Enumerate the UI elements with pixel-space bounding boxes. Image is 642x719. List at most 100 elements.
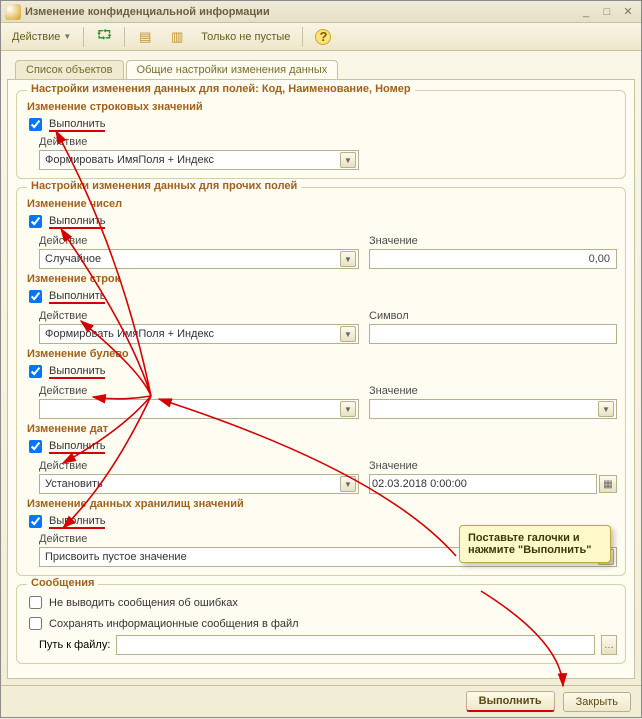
toolbar-separator — [302, 27, 303, 47]
doc1-button[interactable]: ▤ — [130, 26, 160, 48]
browse-button[interactable]: … — [601, 635, 617, 655]
checkbox-execute-strings2[interactable]: Выполнить — [25, 287, 617, 306]
chevron-down-icon: ▼ — [340, 152, 356, 168]
subtitle-string-values: Изменение строковых значений — [27, 101, 617, 113]
group-messages: Сообщения Не выводить сообщения об ошибк… — [16, 584, 626, 664]
execute-checkbox[interactable] — [29, 290, 42, 303]
value-input-numbers[interactable]: 0,00 — [369, 249, 617, 269]
checkbox-execute-strings[interactable]: Выполнить — [25, 115, 617, 134]
chevron-down-icon: ▼ — [340, 326, 356, 342]
action-combo-numbers[interactable]: Случайное ▼ — [39, 249, 359, 269]
value-label: Значение — [369, 460, 617, 472]
checkbox-label: Выполнить — [49, 440, 105, 454]
maximize-button[interactable]: □ — [598, 5, 616, 19]
subtitle-storage: Изменение данных хранилищ значений — [27, 498, 617, 510]
group-title: Настройки изменения данных для полей: Ко… — [27, 83, 415, 95]
export-icon: ⮔ — [96, 29, 112, 45]
group-title: Сообщения — [27, 577, 98, 589]
calendar-icon: ▦ — [603, 479, 612, 490]
title-bar: Изменение конфиденциальной информации _ … — [1, 1, 641, 23]
help-button[interactable]: ? — [308, 26, 338, 48]
tab-body: Настройки изменения данных для полей: Ко… — [7, 79, 635, 679]
checkbox-label: Выполнить — [49, 365, 105, 379]
action-label: Действие — [39, 235, 359, 247]
checkbox-label: Выполнить — [49, 515, 105, 529]
window-title: Изменение конфиденциальной информации — [25, 6, 577, 18]
execute-checkbox[interactable] — [29, 215, 42, 228]
combo-value: Формировать ИмяПоля + Индекс — [42, 154, 217, 166]
save-file-checkbox[interactable] — [29, 617, 42, 630]
documents-icon: ▥ — [169, 29, 185, 45]
action-label: Действие — [39, 136, 617, 148]
execute-button[interactable]: Выполнить — [466, 691, 555, 712]
checkbox-label: Выполнить — [49, 215, 105, 229]
action-label: Действие — [39, 385, 359, 397]
combo-value: Установить — [42, 478, 106, 490]
no-error-checkbox[interactable] — [29, 596, 42, 609]
minimize-button[interactable]: _ — [577, 5, 595, 19]
client-area: Список объектов Общие настройки изменени… — [1, 51, 641, 685]
execute-checkbox[interactable] — [29, 440, 42, 453]
subtitle-bool: Изменение булево — [27, 348, 617, 360]
combo-value: Случайное — [42, 253, 104, 265]
combo-value: Присвоить пустое значение — [42, 551, 190, 563]
checkbox-execute-dates[interactable]: Выполнить — [25, 437, 617, 456]
chevron-down-icon: ▼ — [340, 401, 356, 417]
execute-checkbox[interactable] — [29, 515, 42, 528]
toolbar-separator — [83, 27, 84, 47]
action-combo-bool[interactable]: ▼ — [39, 399, 359, 419]
action-menu-label: Действие — [12, 31, 60, 43]
chevron-down-icon: ▼ — [598, 401, 614, 417]
group-code-name-number: Настройки изменения данных для полей: Ко… — [16, 90, 626, 179]
value-combo-bool[interactable]: ▼ — [369, 399, 617, 419]
action-combo-dates[interactable]: Установить ▼ — [39, 474, 359, 494]
close-button[interactable]: ✕ — [619, 5, 637, 19]
app-icon — [5, 4, 21, 20]
path-label: Путь к файлу: — [39, 639, 110, 651]
group-title: Настройки изменения данных для прочих по… — [27, 180, 301, 192]
tab-change-settings[interactable]: Общие настройки изменения данных — [126, 60, 339, 79]
annotation-tooltip: Поставьте галочки и нажмите "Выполнить" — [459, 525, 611, 563]
action-menu[interactable]: Действие ▼ — [5, 26, 78, 48]
chevron-down-icon: ▼ — [340, 251, 356, 267]
toolbar-separator — [124, 27, 125, 47]
calendar-button[interactable]: ▦ — [599, 475, 617, 493]
doc2-button[interactable]: ▥ — [162, 26, 192, 48]
tab-strip: Список объектов Общие настройки изменени… — [15, 57, 635, 79]
action-label: Действие — [39, 460, 359, 472]
combo-value: Формировать ИмяПоля + Индекс — [42, 328, 217, 340]
subtitle-numbers: Изменение чисел — [27, 198, 617, 210]
path-input[interactable] — [116, 635, 595, 655]
close-form-button[interactable]: Закрыть — [563, 692, 631, 712]
subtitle-dates: Изменение дат — [27, 423, 617, 435]
symbol-label: Символ — [369, 310, 617, 322]
toolbar: Действие ▼ ⮔ ▤ ▥ Только не пустые ? — [1, 23, 641, 51]
value-label: Значение — [369, 385, 617, 397]
export-button[interactable]: ⮔ — [89, 26, 119, 48]
execute-checkbox[interactable] — [29, 118, 42, 131]
group-other-fields: Настройки изменения данных для прочих по… — [16, 187, 626, 576]
checkbox-no-error-msgs[interactable]: Не выводить сообщения об ошибках — [25, 593, 617, 612]
checkbox-label: Не выводить сообщения об ошибках — [49, 597, 238, 609]
execute-checkbox[interactable] — [29, 365, 42, 378]
symbol-input[interactable] — [369, 324, 617, 344]
checkbox-execute-bool[interactable]: Выполнить — [25, 362, 617, 381]
checkbox-label: Выполнить — [49, 118, 105, 132]
action-combo-strings2[interactable]: Формировать ИмяПоля + Индекс ▼ — [39, 324, 359, 344]
chevron-down-icon: ▼ — [340, 476, 356, 492]
action-label: Действие — [39, 310, 359, 322]
action-combo-strings[interactable]: Формировать ИмяПоля + Индекс ▼ — [39, 150, 359, 170]
subtitle-strings: Изменение строк — [27, 273, 617, 285]
document-icon: ▤ — [137, 29, 153, 45]
checkbox-execute-numbers[interactable]: Выполнить — [25, 212, 617, 231]
only-nonempty-toggle[interactable]: Только не пустые — [194, 26, 297, 48]
checkbox-label: Выполнить — [49, 290, 105, 304]
checkbox-save-msgs-file[interactable]: Сохранять информационные сообщения в фай… — [25, 614, 617, 633]
tab-object-list[interactable]: Список объектов — [15, 60, 124, 79]
help-icon: ? — [315, 29, 331, 45]
only-nonempty-label: Только не пустые — [201, 31, 290, 43]
checkbox-label: Сохранять информационные сообщения в фай… — [49, 618, 299, 630]
value-label: Значение — [369, 235, 617, 247]
date-input[interactable]: 02.03.2018 0:00:00 — [369, 474, 597, 494]
app-window: Изменение конфиденциальной информации _ … — [0, 0, 642, 718]
